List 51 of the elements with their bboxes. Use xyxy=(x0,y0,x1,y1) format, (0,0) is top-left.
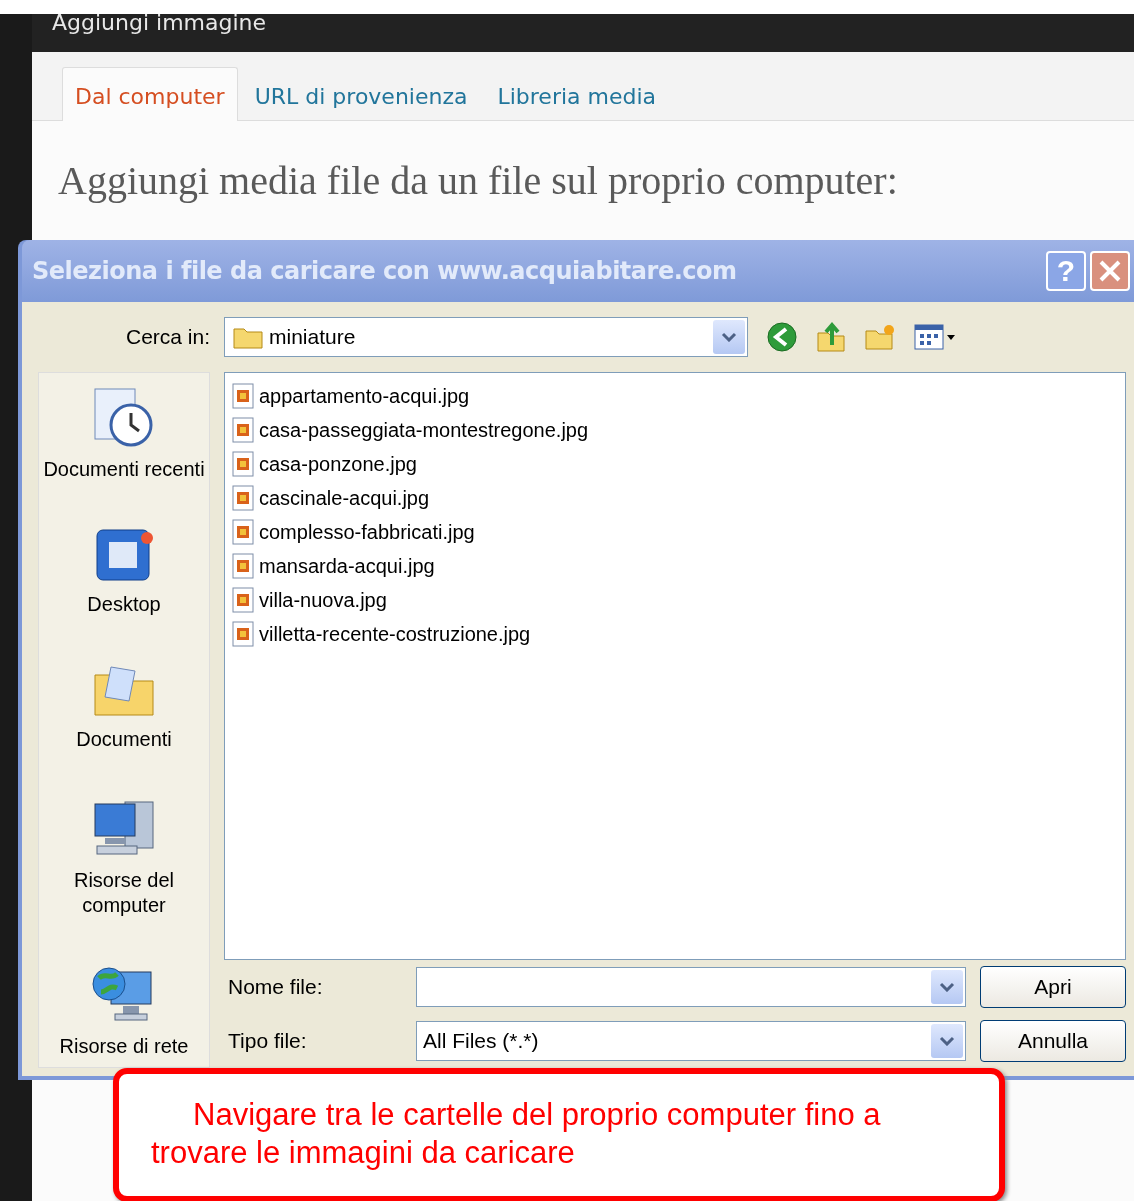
page-heading: Aggiungi media file da un file sul proprio computer: xyxy=(58,157,899,204)
file-item[interactable]: villa-nuova.jpg xyxy=(231,583,1119,617)
view-menu-button[interactable] xyxy=(914,324,956,350)
file-name-label: Nome file: xyxy=(227,975,324,999)
file-item[interactable]: casa-ponzone.jpg xyxy=(231,447,1119,481)
look-in-label: Cerca in: xyxy=(125,325,210,349)
places-item[interactable]: Desktop xyxy=(39,522,209,621)
dialog-title: Seleziona i file da caricare con www.acquiabitare.com xyxy=(32,257,738,285)
image-file-icon xyxy=(231,553,255,579)
places-item[interactable]: Documenti recenti xyxy=(39,381,209,486)
back-button[interactable] xyxy=(766,321,798,353)
new-folder-icon xyxy=(864,323,896,351)
file-name-field[interactable] xyxy=(416,967,966,1007)
dropdown-button[interactable] xyxy=(931,1024,963,1058)
image-file-icon xyxy=(231,485,255,511)
image-file-icon xyxy=(231,587,255,613)
close-button[interactable] xyxy=(1090,251,1130,291)
places-item[interactable]: Risorse di rete xyxy=(39,958,209,1063)
file-item[interactable]: complesso-fabbricati.jpg xyxy=(231,515,1119,549)
places-item[interactable]: Risorse del computer xyxy=(39,792,209,922)
close-icon xyxy=(1098,259,1122,283)
page-header-title: Aggiungi immagine xyxy=(52,10,267,35)
image-file-icon xyxy=(231,451,255,477)
caret-icon xyxy=(939,1036,955,1046)
image-file-icon xyxy=(231,519,255,545)
file-item[interactable]: villetta-recente-costruzione.jpg xyxy=(231,617,1119,651)
tab[interactable]: Libreria media xyxy=(484,67,670,121)
file-item[interactable]: cascinale-acqui.jpg xyxy=(231,481,1119,515)
dropdown-button[interactable] xyxy=(931,970,963,1004)
file-type-label: Tipo file: xyxy=(227,1029,308,1053)
callout-text: Navigare tra le cartelle del proprio computer fino a trovare le immagini da caricare xyxy=(151,1096,882,1172)
view-menu-icon xyxy=(914,324,956,350)
image-file-icon xyxy=(231,621,255,647)
file-item[interactable]: mansarda-acqui.jpg xyxy=(231,549,1119,583)
tab[interactable]: Dal computer xyxy=(62,67,238,121)
look-in-dropdown[interactable]: miniature xyxy=(224,317,748,357)
tab[interactable]: URL di provenienza xyxy=(241,67,481,121)
up-folder-icon xyxy=(816,321,846,353)
up-folder-button[interactable] xyxy=(816,321,846,353)
caret-icon xyxy=(721,332,737,342)
image-file-icon xyxy=(231,417,255,443)
places-item[interactable]: Documenti xyxy=(39,657,209,756)
dropdown-button[interactable] xyxy=(713,320,745,354)
open-button[interactable]: Apri xyxy=(980,966,1126,1008)
file-item[interactable]: appartamento-acqui.jpg xyxy=(231,379,1119,413)
image-file-icon xyxy=(231,383,255,409)
folder-icon xyxy=(233,325,263,349)
file-type-dropdown[interactable]: All Files (*.*) xyxy=(416,1021,966,1061)
file-item[interactable]: casa-passeggiata-montestregone.jpg xyxy=(231,413,1119,447)
caret-icon xyxy=(939,982,955,992)
cancel-button[interactable]: Annulla xyxy=(980,1020,1126,1062)
